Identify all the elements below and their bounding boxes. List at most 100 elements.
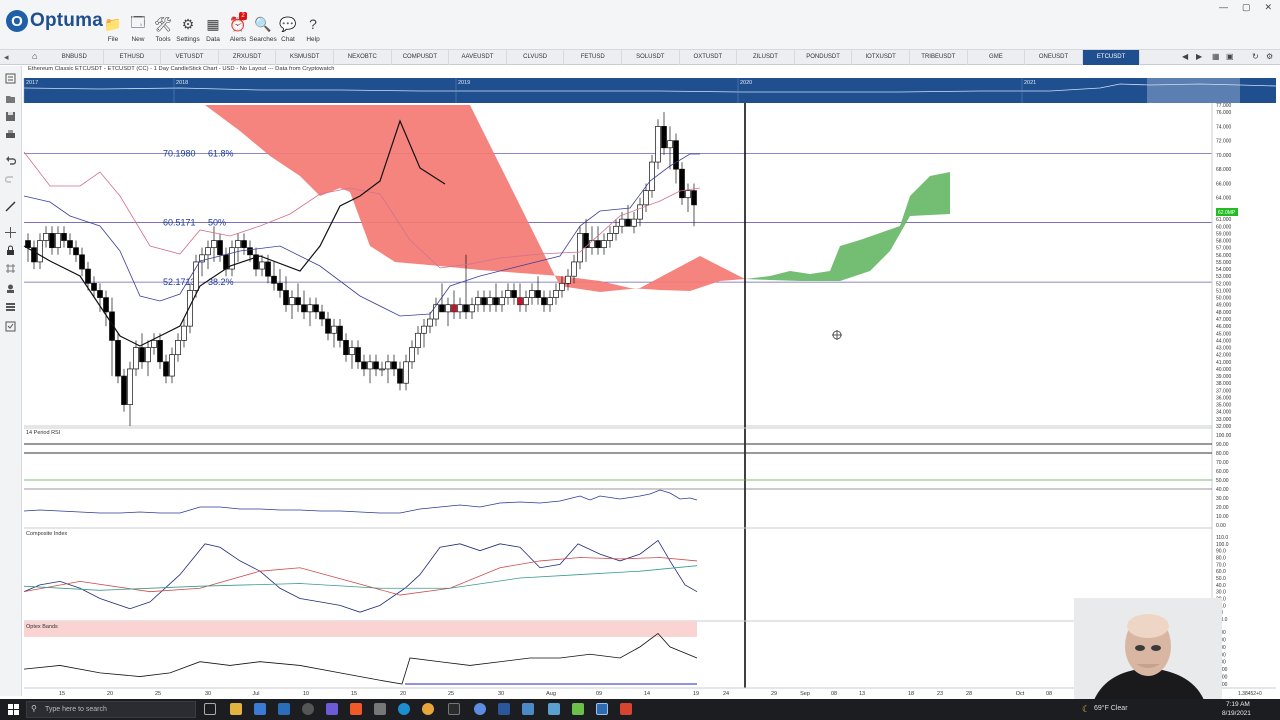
tab-solusdt[interactable]: SOLUSDT xyxy=(622,50,680,65)
tab-oxtusdt[interactable]: OXTUSDT xyxy=(680,50,738,65)
file-explorer-icon[interactable] xyxy=(230,703,242,715)
tools-button[interactable]: 🛠 Tools xyxy=(150,14,176,50)
tab-gme[interactable]: GME xyxy=(968,50,1026,65)
candlestick[interactable] xyxy=(355,340,361,369)
candlestick[interactable] xyxy=(295,283,301,312)
tab-pondusdt[interactable]: PONDUSDT xyxy=(795,50,853,65)
tab-bnbusd[interactable]: BNBUSD xyxy=(46,50,104,65)
taskbar-search-input[interactable]: Type here to search xyxy=(26,701,196,718)
overview-navigator[interactable] xyxy=(24,78,1276,103)
candlestick[interactable] xyxy=(229,240,235,277)
app-icon-6[interactable] xyxy=(326,703,338,715)
candlestick[interactable] xyxy=(391,354,397,377)
candlestick[interactable] xyxy=(55,226,61,255)
minimize-icon[interactable]: — xyxy=(1219,2,1228,13)
tab-compusdt[interactable]: COMPUSDT xyxy=(392,50,450,65)
tab-iotxusdt[interactable]: IOTXUSDT xyxy=(852,50,910,65)
word-icon[interactable] xyxy=(498,703,510,715)
candlestick[interactable] xyxy=(541,290,547,312)
candlestick[interactable] xyxy=(217,233,223,262)
candlestick[interactable] xyxy=(607,226,613,248)
tab-etcusdt[interactable]: ETCUSDT xyxy=(1082,50,1141,65)
candlestick[interactable] xyxy=(307,297,313,327)
candlestick[interactable] xyxy=(43,226,49,248)
candlestick[interactable] xyxy=(49,226,55,255)
candlestick[interactable] xyxy=(655,119,661,170)
tab-vetusdt[interactable]: VETUSDT xyxy=(161,50,219,65)
candlestick[interactable] xyxy=(673,133,679,184)
candlestick[interactable] xyxy=(343,333,349,362)
candlestick[interactable] xyxy=(553,283,559,305)
candlestick[interactable] xyxy=(127,361,133,426)
candlestick[interactable] xyxy=(289,290,295,319)
candlestick[interactable] xyxy=(115,333,121,384)
candlestick[interactable] xyxy=(169,347,175,384)
candlestick[interactable] xyxy=(67,233,73,255)
candlestick[interactable] xyxy=(433,297,439,327)
candlestick[interactable] xyxy=(475,290,481,312)
candlestick[interactable] xyxy=(277,269,283,298)
close-icon[interactable]: ✕ xyxy=(1264,2,1272,13)
candlestick[interactable] xyxy=(331,319,337,348)
candlestick[interactable] xyxy=(535,276,541,305)
tab-tribeusdt[interactable]: TRIBEUSDT xyxy=(910,50,968,65)
store-icon[interactable] xyxy=(254,703,266,715)
candlestick[interactable] xyxy=(61,226,67,248)
candlestick[interactable] xyxy=(139,333,145,369)
candlestick[interactable] xyxy=(685,183,691,212)
alerts-button[interactable]: ⏰ 2 Alerts xyxy=(225,12,251,50)
app-icon-16[interactable] xyxy=(572,703,584,715)
tab-fetusd[interactable]: FETUSD xyxy=(564,50,622,65)
candlestick[interactable] xyxy=(325,311,331,341)
candlestick[interactable] xyxy=(163,354,169,384)
file-button[interactable]: 📁 File xyxy=(100,14,126,50)
candlestick[interactable] xyxy=(109,297,115,377)
candlestick[interactable] xyxy=(523,290,529,312)
restore-icon[interactable]: ▢ xyxy=(1242,2,1251,13)
tab-aaveusdt[interactable]: AAVEUSDT xyxy=(449,50,507,65)
tab-oneusdt[interactable]: ONEUSDT xyxy=(1025,50,1083,65)
tab-ethusd[interactable]: ETHUSD xyxy=(104,50,162,65)
edge-icon[interactable] xyxy=(398,703,410,715)
app-icon-14[interactable] xyxy=(522,703,534,715)
candlestick[interactable] xyxy=(637,197,643,227)
brave-icon[interactable] xyxy=(350,703,362,715)
tab-list-icon[interactable]: ▦ xyxy=(1212,52,1220,61)
candlestick[interactable] xyxy=(31,240,37,270)
candlestick[interactable] xyxy=(223,247,229,277)
candlestick[interactable] xyxy=(667,126,673,170)
candlestick[interactable] xyxy=(631,212,637,234)
candlestick[interactable] xyxy=(469,297,475,319)
candlestick[interactable] xyxy=(241,233,247,255)
tab-nexobtc[interactable]: NEXOBTC xyxy=(334,50,392,65)
candlestick[interactable] xyxy=(457,297,463,319)
candlestick[interactable] xyxy=(493,283,499,312)
home-icon[interactable]: ◂ xyxy=(4,52,9,63)
highlighted-candle[interactable] xyxy=(517,297,523,305)
steam-icon[interactable] xyxy=(302,703,314,715)
candlestick[interactable] xyxy=(337,319,343,348)
candlestick[interactable] xyxy=(205,240,211,270)
calculator-icon[interactable] xyxy=(374,703,386,715)
candlestick[interactable] xyxy=(271,261,277,291)
candlestick[interactable] xyxy=(181,319,187,348)
windows-start-icon[interactable] xyxy=(8,704,19,715)
tab-zilusdt[interactable]: ZILUSDT xyxy=(737,50,795,65)
candlestick[interactable] xyxy=(649,154,655,198)
candlestick[interactable] xyxy=(481,290,487,312)
candlestick[interactable] xyxy=(175,333,181,362)
new-button[interactable]: 🗔 New xyxy=(125,14,151,50)
candlestick[interactable] xyxy=(211,226,217,262)
terminal-icon[interactable] xyxy=(448,703,460,715)
help-button[interactable]: ? Help xyxy=(300,14,326,50)
settings-button[interactable]: ⚙ Settings xyxy=(175,14,201,50)
app-icon-15[interactable] xyxy=(548,703,560,715)
candlestick[interactable] xyxy=(157,333,163,369)
highlighted-candle[interactable] xyxy=(451,304,457,312)
candlestick[interactable] xyxy=(487,290,493,312)
candlestick[interactable] xyxy=(403,354,409,391)
candlestick[interactable] xyxy=(385,354,391,384)
candlestick[interactable] xyxy=(421,319,427,348)
optuma-taskbar-icon[interactable] xyxy=(596,703,608,715)
app-icon-12[interactable] xyxy=(474,703,486,715)
